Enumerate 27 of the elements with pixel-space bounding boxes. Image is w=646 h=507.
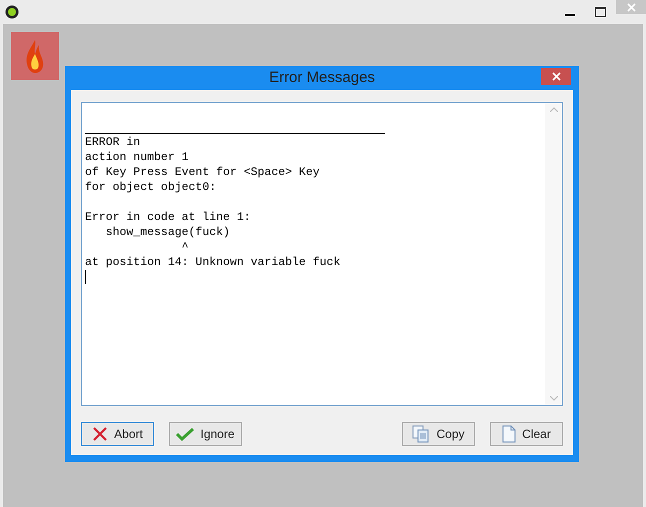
close-icon [552, 72, 560, 81]
message-line: show_message(fuck) [104, 225, 231, 240]
dialog-title: Error Messages [269, 68, 375, 88]
cross-icon [92, 426, 108, 442]
message-line: ERROR in [85, 135, 142, 150]
message-line: action number 1 [85, 150, 190, 165]
dialog-button[interactable]: Ignore [169, 422, 242, 446]
message-line: of Key Press Event for <Space> Key [85, 165, 321, 180]
dialog-button[interactable]: Abort [81, 422, 154, 446]
scroll-up-icon[interactable] [550, 107, 558, 112]
fire-sprite-icon [11, 32, 59, 80]
scroll-down-icon[interactable] [550, 396, 558, 401]
copy-icon [412, 425, 430, 443]
dialog-button[interactable]: Clear [490, 422, 563, 446]
gear-icon [4, 4, 20, 20]
message-line: at position 14: Unknown variable fuck [85, 255, 342, 270]
message-line: ^ [180, 240, 190, 255]
dialog-button[interactable]: Copy [402, 422, 475, 446]
message-line: Error in code at line 1: [85, 210, 252, 225]
close-icon [626, 2, 636, 12]
checkmark-icon [176, 427, 194, 441]
text-cursor [85, 270, 86, 284]
scrollbar[interactable] [545, 103, 562, 405]
maximize-icon[interactable] [595, 7, 606, 17]
close-button[interactable] [541, 68, 571, 85]
message-line: for object object0: [85, 180, 218, 195]
document-icon [502, 425, 516, 443]
